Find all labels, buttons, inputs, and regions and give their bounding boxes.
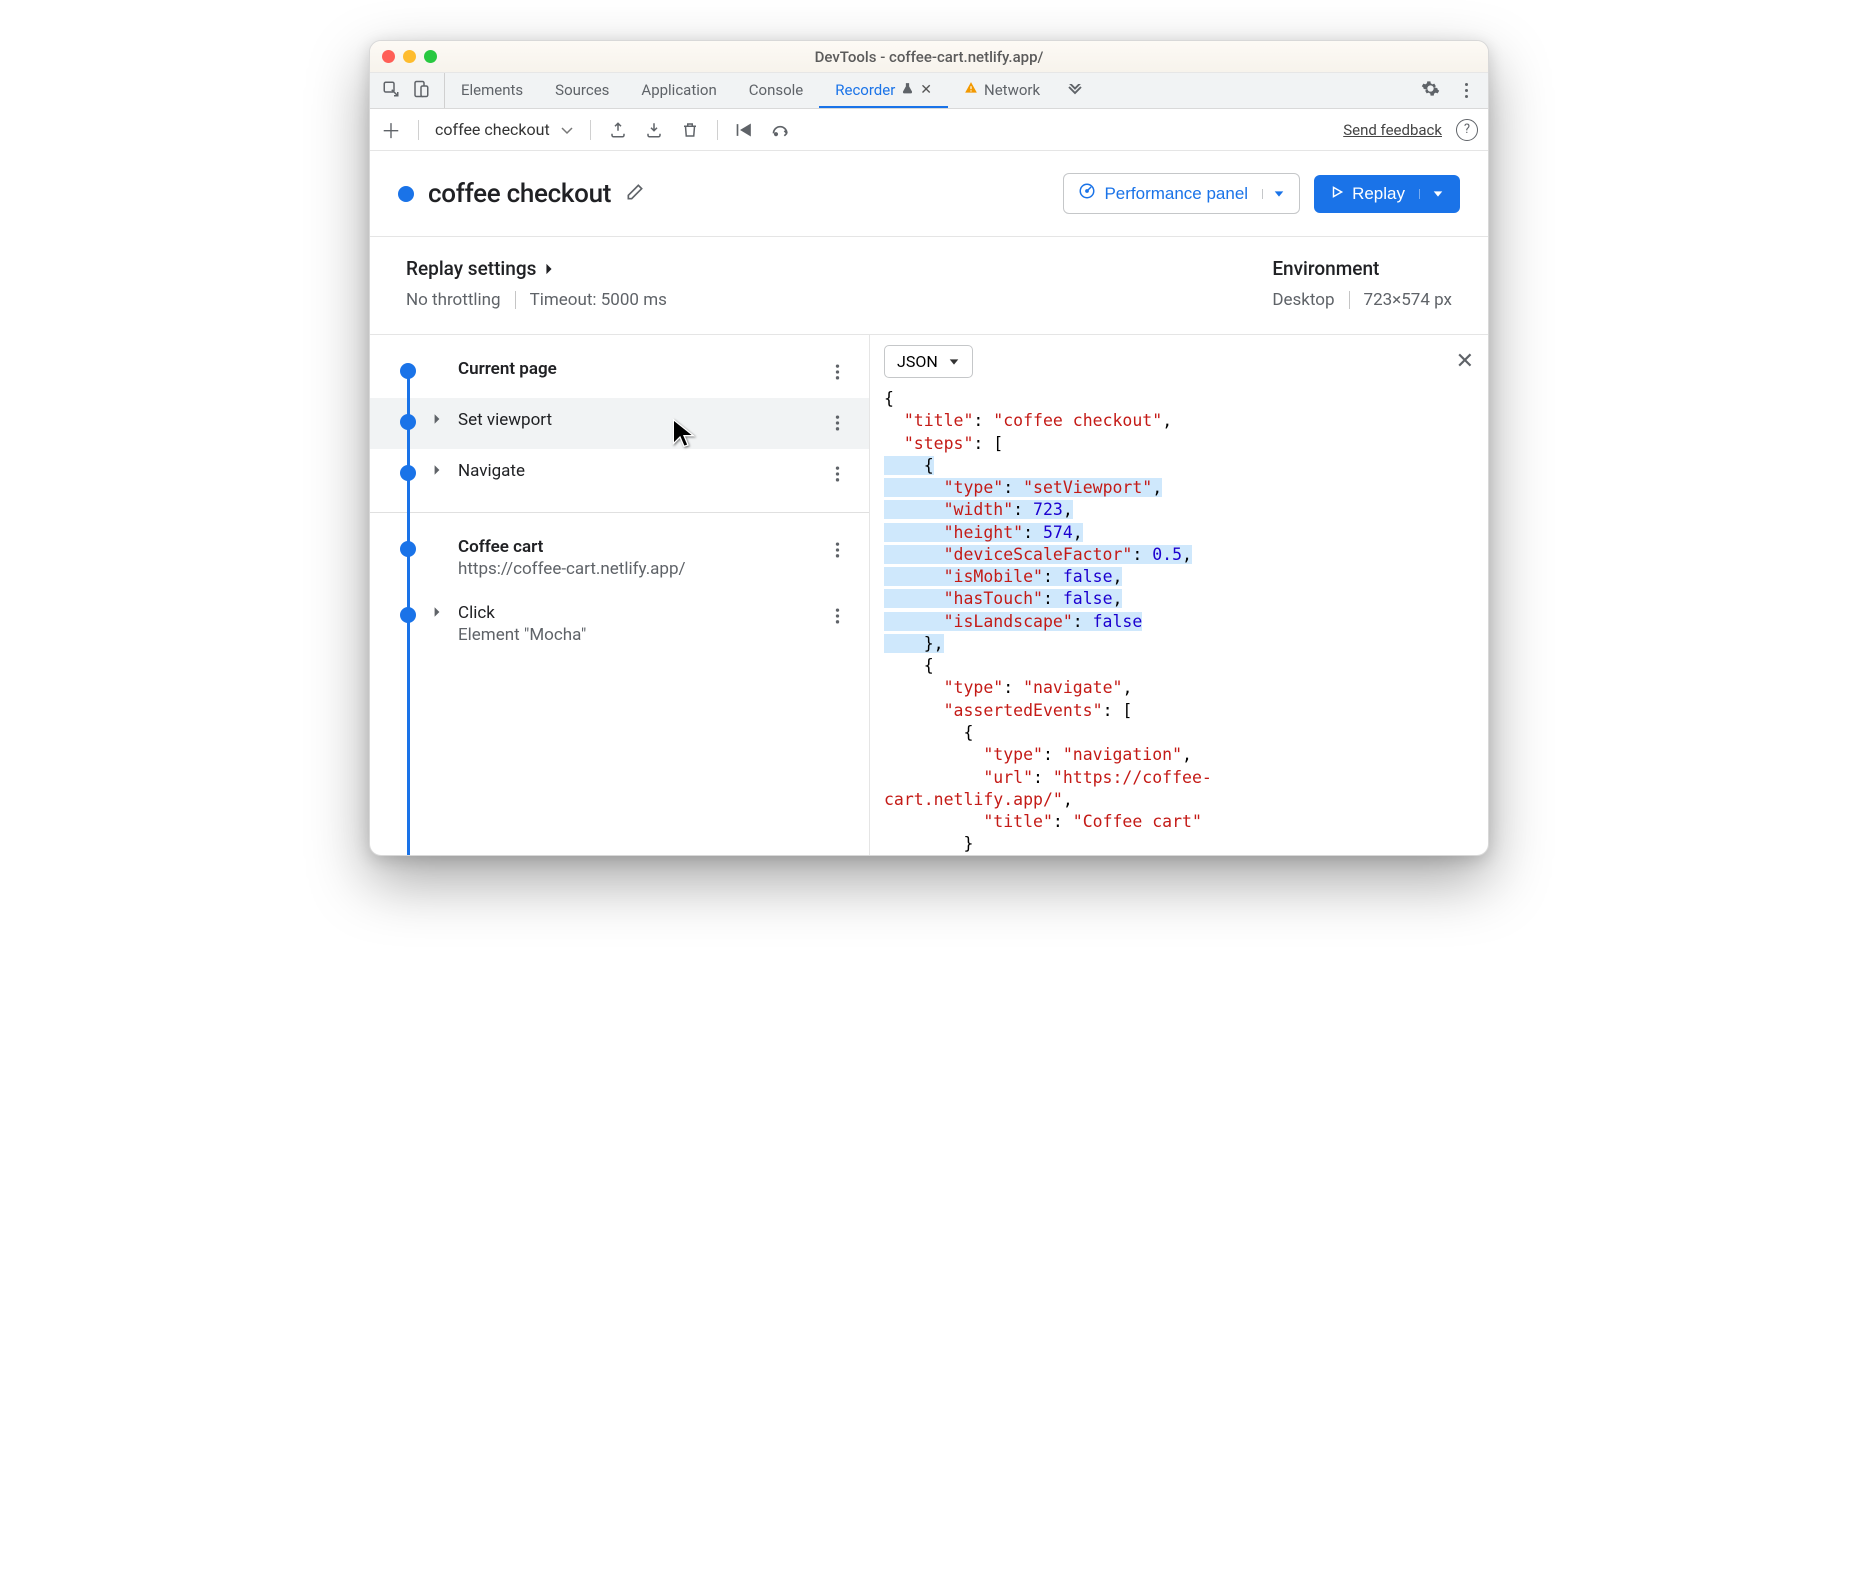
replay-dropdown[interactable] <box>1419 189 1444 199</box>
step-icon[interactable] <box>770 122 792 138</box>
window-title: DevTools - coffee-cart.netlify.app/ <box>370 48 1488 66</box>
recording-status-dot <box>398 186 414 202</box>
step-menu-icon[interactable] <box>835 541 855 564</box>
inspect-element-icon[interactable] <box>382 80 400 102</box>
devtools-tabs: Elements Sources Application Console Rec… <box>370 73 1488 109</box>
code-body[interactable]: { "title": "coffee checkout", "steps": [… <box>870 388 1488 855</box>
step-menu-icon[interactable] <box>835 363 855 386</box>
step-title: Current page <box>458 359 819 379</box>
step-title: Navigate <box>458 461 819 481</box>
tab-sources[interactable]: Sources <box>539 73 625 108</box>
help-icon[interactable]: ? <box>1456 119 1478 141</box>
performance-panel-button[interactable]: Performance panel <box>1063 173 1300 214</box>
delete-icon[interactable] <box>679 121 701 139</box>
step-bullet <box>400 541 416 557</box>
recording-title: coffee checkout <box>428 179 611 209</box>
env-size: 723×574 px <box>1364 290 1452 310</box>
step-row[interactable]: Current page <box>370 347 869 398</box>
code-panel: JSON ✕ { "title": "coffee checkout", "st… <box>870 335 1488 855</box>
throttling-value: No throttling <box>406 290 501 310</box>
recorder-toolbar: ＋ coffee checkout Send feedback ? <box>370 109 1488 151</box>
chevron-down-icon <box>560 125 574 135</box>
step-title: Coffee cart <box>458 537 819 557</box>
step-menu-icon[interactable] <box>835 414 855 437</box>
tab-recorder[interactable]: Recorder ✕ <box>819 73 948 108</box>
step-subtitle: https://coffee-cart.netlify.app/ <box>458 559 819 579</box>
step-over-icon[interactable] <box>734 121 756 139</box>
devtools-window: DevTools - coffee-cart.netlify.app/ Elem… <box>369 40 1489 856</box>
step-row[interactable]: ClickElement "Mocha" <box>370 591 869 657</box>
step-title: Click <box>458 603 819 623</box>
expand-step-icon[interactable] <box>432 464 442 476</box>
expand-step-icon[interactable] <box>432 413 442 425</box>
tab-network[interactable]: Network <box>948 73 1056 108</box>
expand-step-icon[interactable] <box>432 606 442 618</box>
step-row[interactable]: Navigate <box>370 449 869 500</box>
edit-title-icon[interactable] <box>625 182 645 206</box>
recording-settings: Replay settings No throttling Timeout: 5… <box>370 237 1488 335</box>
environment-heading: Environment <box>1272 257 1452 280</box>
format-select[interactable]: JSON <box>884 345 973 378</box>
timeout-value: Timeout: 5000 ms <box>530 290 667 310</box>
export-icon[interactable] <box>607 121 629 139</box>
step-row[interactable]: Coffee carthttps://coffee-cart.netlify.a… <box>370 525 869 591</box>
step-bullet <box>400 607 416 623</box>
tab-console[interactable]: Console <box>733 73 820 108</box>
step-menu-icon[interactable] <box>835 465 855 488</box>
warning-icon <box>964 81 978 99</box>
perf-dropdown[interactable] <box>1262 189 1285 199</box>
import-icon[interactable] <box>643 121 665 139</box>
gauge-icon <box>1078 182 1096 205</box>
main-area: Current page Set viewport Navigate Coffee c… <box>370 335 1488 855</box>
step-bullet <box>400 363 416 379</box>
step-title: Set viewport <box>458 410 819 430</box>
tab-elements[interactable]: Elements <box>445 73 539 108</box>
play-icon <box>1330 184 1344 204</box>
flask-icon <box>901 81 914 99</box>
step-row[interactable]: Set viewport <box>370 398 869 449</box>
chevron-down-icon <box>948 357 960 367</box>
recording-select-label: coffee checkout <box>435 120 550 139</box>
replay-button[interactable]: Replay <box>1314 175 1460 213</box>
chevron-right-icon <box>544 263 554 275</box>
window-titlebar: DevTools - coffee-cart.netlify.app/ <box>370 41 1488 73</box>
new-recording-button[interactable]: ＋ <box>380 115 402 144</box>
send-feedback-link[interactable]: Send feedback <box>1343 121 1442 139</box>
step-bullet <box>400 414 416 430</box>
close-code-panel-icon[interactable]: ✕ <box>1456 349 1474 374</box>
close-tab-icon[interactable]: ✕ <box>920 82 932 98</box>
replay-settings-heading[interactable]: Replay settings <box>406 257 667 280</box>
step-menu-icon[interactable] <box>835 607 855 630</box>
recording-header: coffee checkout Performance panel Replay <box>370 151 1488 237</box>
tabs-overflow[interactable] <box>1056 73 1094 108</box>
tab-application[interactable]: Application <box>625 73 732 108</box>
step-bullet <box>400 465 416 481</box>
steps-panel: Current page Set viewport Navigate Coffee c… <box>370 335 870 855</box>
recording-select[interactable]: coffee checkout <box>435 120 574 139</box>
env-device: Desktop <box>1272 290 1334 310</box>
step-subtitle: Element "Mocha" <box>458 625 819 645</box>
kebab-menu-icon[interactable] <box>1458 83 1474 98</box>
device-toggle-icon[interactable] <box>412 80 430 102</box>
settings-gear-icon[interactable] <box>1421 79 1440 102</box>
